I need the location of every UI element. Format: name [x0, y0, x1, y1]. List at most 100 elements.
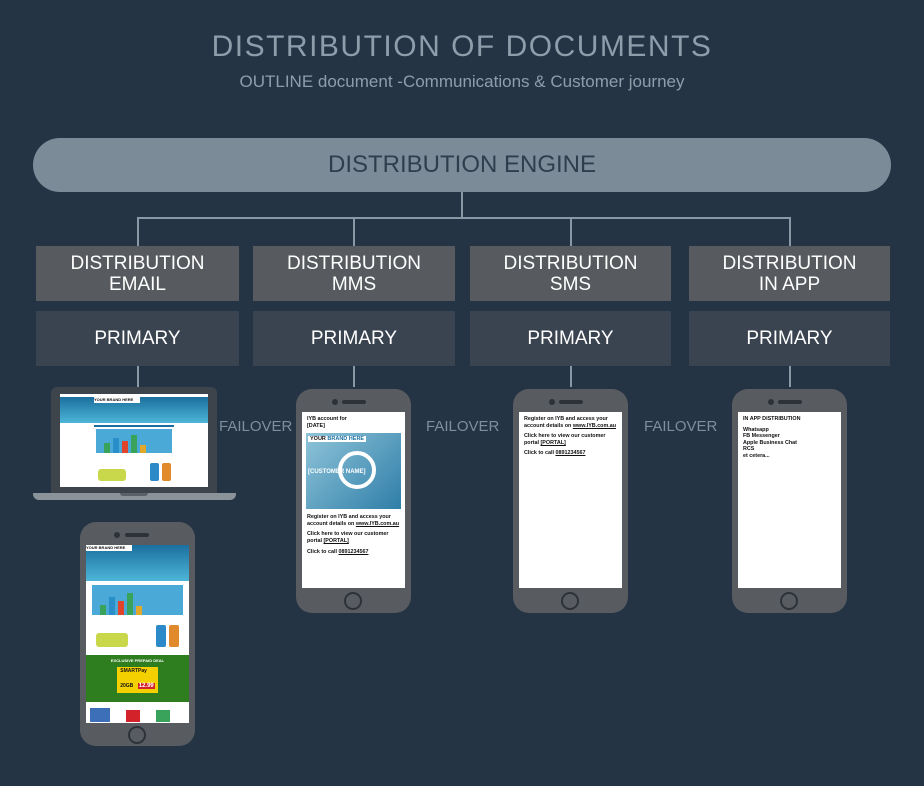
primary-inapp-label: PRIMARY	[746, 327, 833, 349]
laptop-screen: YOUR BRAND HERE	[60, 394, 208, 487]
page-subtitle: OUTLINE document -Communications & Custo…	[239, 72, 685, 91]
email-banner: YOUR BRAND HERE	[60, 397, 208, 423]
inapp-item-fb-messenger: FB Messenger	[743, 433, 780, 440]
email-phone-bar	[127, 593, 133, 615]
mms-brand-b: BRAND HERE	[327, 436, 365, 443]
mms-portal-link[interactable]: [PORTAL]	[323, 538, 348, 544]
mms-phone-link[interactable]: 0891234567	[338, 549, 368, 555]
inapp-phone-screen: IN APP DISTRIBUTION Whatsapp FB Messenge…	[738, 412, 841, 588]
inapp-heading: IN APP DISTRIBUTION	[743, 416, 801, 422]
product-image	[156, 710, 170, 722]
email-phone-device: YOUR BRAND HERE EXCLUSIVE PREPAID DEAL S…	[80, 522, 195, 746]
distribution-mms-box: DISTRIBUTION MMS	[253, 246, 455, 301]
email-chart-bar	[131, 435, 137, 453]
email-phone-bar	[118, 601, 124, 615]
phone-home-button	[780, 592, 798, 610]
inapp-item-apple-business-chat: Apple Business Chat	[743, 439, 797, 446]
email-phone-bar	[109, 597, 115, 615]
email-chart-bar	[104, 443, 110, 453]
email-phone-chart	[92, 585, 183, 615]
connector-sms-device	[570, 366, 572, 387]
failover-label-2: FAILOVER	[426, 418, 500, 435]
email-phone-offer	[92, 619, 183, 653]
connector-horizontal	[137, 217, 791, 219]
phone-camera	[768, 399, 774, 405]
sms-call-text: Click to call	[524, 450, 554, 457]
phone-camera	[114, 532, 120, 538]
connector-email	[137, 217, 139, 246]
sms-phone-screen: Register on IYB and access your account …	[519, 412, 622, 588]
cash-image	[98, 469, 126, 481]
deal-plan-price: 12.99	[137, 683, 155, 689]
distribution-email-line1: DISTRIBUTION	[70, 252, 205, 274]
mms-phone-screen: IYB account for [DATE] YOUR BRAND HERE […	[302, 412, 405, 588]
email-offer-panel	[96, 459, 172, 485]
phone-image	[156, 625, 166, 647]
distribution-sms-box: DISTRIBUTION SMS	[470, 246, 671, 301]
email-phone-bar	[100, 605, 106, 615]
phone-image	[162, 463, 171, 481]
sms-phone-link[interactable]: 0891234567	[555, 450, 585, 456]
distribution-email-line2: EMAIL	[108, 273, 167, 295]
failover-label-1: FAILOVER	[219, 418, 293, 435]
phone-camera	[332, 399, 338, 405]
mms-line1: IYB account for	[307, 416, 347, 422]
distribution-inapp-line1: DISTRIBUTION	[722, 252, 857, 274]
phone-home-button	[344, 592, 362, 610]
email-chart-bar	[113, 438, 119, 453]
engine-connector-vertical	[461, 192, 463, 218]
phone-speaker	[125, 533, 149, 537]
email-phone-screen: YOUR BRAND HERE EXCLUSIVE PREPAID DEAL S…	[86, 545, 189, 723]
primary-email-box: PRIMARY	[36, 311, 239, 366]
mms-brand-a: YOUR	[310, 436, 326, 443]
email-chart-bar	[122, 441, 128, 453]
connector-mms-device	[353, 366, 355, 387]
email-divider	[94, 425, 174, 427]
phone-camera	[549, 399, 555, 405]
phone-speaker	[342, 400, 366, 404]
phone-image	[169, 625, 179, 647]
primary-inapp-box: PRIMARY	[689, 311, 890, 366]
inapp-item-et-cetera: et cetera...	[743, 452, 770, 459]
distribution-email-box: DISTRIBUTION EMAIL	[36, 246, 239, 301]
email-chart-bar	[140, 445, 146, 453]
phone-speaker	[559, 400, 583, 404]
distribution-engine: DISTRIBUTION ENGINE	[33, 138, 891, 192]
connector-inapp-device	[789, 366, 791, 387]
primary-email-label: PRIMARY	[94, 327, 181, 349]
mms-customer-name: [CUSTOMER NAME]	[308, 469, 366, 476]
email-phone-banner: YOUR BRAND HERE	[86, 545, 189, 581]
distribution-inapp-line2: IN APP	[758, 273, 821, 295]
sms-portal-link[interactable]: [PORTAL]	[540, 440, 565, 446]
connector-email-device	[137, 366, 139, 387]
email-phone-bar	[136, 606, 142, 615]
mms-phone-device: IYB account for [DATE] YOUR BRAND HERE […	[296, 389, 411, 613]
mms-link[interactable]: www.IYB.com.au	[356, 521, 399, 527]
deal-plan-name: SMARTPay	[120, 668, 147, 674]
inapp-item-rcs: RCS	[743, 446, 755, 453]
distribution-mms-line2: MMS	[331, 273, 377, 295]
deal-title: EXCLUSIVE PREPAID DEAL	[110, 658, 165, 663]
phone-speaker	[778, 400, 802, 404]
deal-plan: SMARTPay 20GB 12.99	[117, 667, 158, 693]
distribution-inapp-box: DISTRIBUTION IN APP	[689, 246, 890, 301]
email-brand: YOUR BRAND HERE	[94, 397, 140, 403]
phone-image	[150, 463, 159, 481]
primary-mms-box: PRIMARY	[253, 311, 455, 366]
primary-mms-label: PRIMARY	[310, 327, 398, 349]
connector-sms	[570, 217, 572, 246]
sms-phone-device: Register on IYB and access your account …	[513, 389, 628, 613]
connector-mms	[353, 217, 355, 246]
primary-sms-label: PRIMARY	[527, 327, 614, 349]
email-phone-footer	[86, 702, 189, 722]
sms-link[interactable]: www.IYB.com.au	[573, 423, 616, 429]
cash-image	[96, 633, 128, 647]
mms-image: YOUR BRAND HERE [CUSTOMER NAME]	[306, 433, 401, 510]
primary-sms-box: PRIMARY	[470, 311, 671, 366]
distribution-sms-line2: SMS	[549, 273, 592, 295]
mms-brand: YOUR BRAND HERE	[308, 436, 367, 443]
distribution-sms-line1: DISTRIBUTION	[503, 252, 638, 274]
distribution-engine-label: DISTRIBUTION ENGINE	[327, 151, 597, 178]
failover-label-3: FAILOVER	[644, 418, 718, 435]
email-phone-deal: EXCLUSIVE PREPAID DEAL SMARTPay 20GB 12.…	[86, 655, 189, 702]
